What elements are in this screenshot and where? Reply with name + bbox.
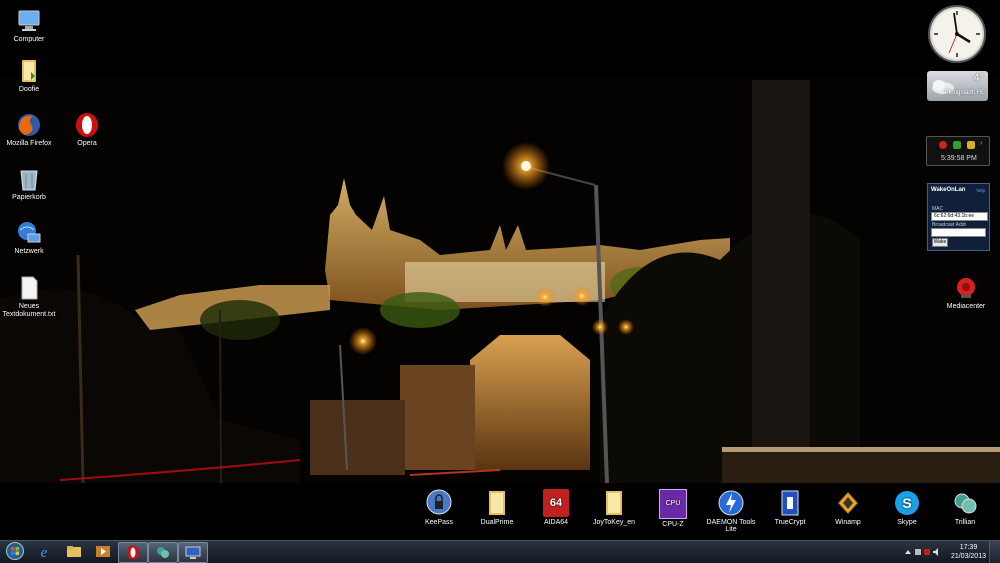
shield-yellow-icon bbox=[967, 141, 975, 149]
truecrypt-icon bbox=[781, 490, 799, 516]
dock-item-label: Trillian bbox=[954, 519, 976, 526]
recycle-bin-icon bbox=[20, 170, 38, 191]
wakeonlan-gadget: WakeOnLan help MAC 6c:62:6d:43:1b:ee Bro… bbox=[927, 183, 990, 251]
text-document-icon bbox=[21, 276, 38, 300]
dock-item-label: CPU-Z bbox=[662, 521, 684, 528]
desktop-icon-label: Neues Textdokument.txt bbox=[2, 303, 56, 318]
dock-item-truecrypt[interactable]: TrueCrypt bbox=[762, 489, 818, 526]
dock-item-label: JoyToKey_en bbox=[592, 519, 636, 526]
gadget-time: 5:39:58 PM bbox=[941, 155, 977, 162]
taskbar-ie-button[interactable]: e bbox=[30, 542, 58, 561]
network-icon bbox=[18, 222, 41, 243]
windows-start-icon bbox=[6, 542, 24, 560]
aida64-icon: 64 bbox=[543, 489, 569, 517]
trillian-icon bbox=[954, 493, 977, 514]
chevron-right-icon[interactable]: › bbox=[980, 140, 982, 147]
desktop-icon-label: Computer bbox=[13, 36, 45, 43]
dock-item-label: Winamp bbox=[835, 519, 861, 526]
ie-icon: e bbox=[41, 545, 48, 559]
desktop-icon-network[interactable]: Netzwerk bbox=[0, 220, 58, 256]
dock-item-joytokey[interactable]: JoyToKey_en bbox=[586, 489, 642, 526]
desktop-icon-computer[interactable]: Computer bbox=[0, 8, 58, 44]
svg-text:S: S bbox=[902, 495, 911, 511]
opera-icon bbox=[127, 545, 139, 560]
desktop-wallpaper bbox=[0, 0, 1000, 562]
svg-text:e: e bbox=[41, 545, 48, 559]
skype-icon: S bbox=[895, 491, 919, 515]
clock-date: 21/03/2013 bbox=[950, 553, 986, 560]
folder-icon bbox=[489, 491, 505, 515]
taskbar-trillian-button[interactable] bbox=[148, 542, 178, 563]
winamp-icon bbox=[837, 491, 859, 515]
system-monitor-gadget[interactable]: › 5:39:58 PM bbox=[926, 136, 990, 166]
taskbar-opera-button[interactable] bbox=[118, 542, 148, 563]
desktop-icon-label: Netzwerk bbox=[14, 248, 44, 255]
clock-time: 17:39 bbox=[959, 544, 978, 551]
desktop-icon-doofie[interactable]: Doofie bbox=[0, 58, 58, 94]
shield-red-icon bbox=[939, 141, 947, 149]
volume-icon[interactable] bbox=[933, 548, 938, 556]
computer-icon bbox=[18, 10, 40, 31]
network-tray-icon[interactable] bbox=[924, 549, 930, 555]
dock-item-label: KeePass bbox=[424, 519, 454, 526]
system-tray bbox=[905, 548, 938, 556]
cpu-z-icon: CPU bbox=[659, 489, 687, 519]
dock-item-dualprime[interactable]: DualPrime bbox=[469, 489, 525, 526]
trillian-icon bbox=[157, 547, 169, 558]
dock-item-label: DualPrime bbox=[480, 519, 514, 526]
dock-item-cpu-z[interactable]: CPU CPU-Z bbox=[645, 489, 701, 528]
taskbar-explorer-button[interactable] bbox=[60, 542, 88, 561]
dock-item-label: DAEMON Tools Lite bbox=[706, 519, 756, 533]
dock-item-label: AIDA64 bbox=[543, 519, 569, 526]
taskbar-media-player-button[interactable] bbox=[89, 542, 117, 561]
dock-item-label: Skype bbox=[897, 519, 917, 526]
weather-gadget[interactable]: 4° Pfungstadt, HE bbox=[927, 71, 988, 101]
folder-icon bbox=[67, 546, 81, 557]
weather-city: Pfungstadt, HE bbox=[944, 90, 985, 96]
dock-item-winamp[interactable]: Winamp bbox=[820, 489, 876, 526]
media-player-icon bbox=[96, 546, 110, 557]
folder-icon bbox=[606, 491, 622, 515]
desktop-icon-label: Opera bbox=[77, 140, 97, 147]
firefox-icon bbox=[18, 114, 40, 136]
dock-item-keepass[interactable]: KeePass bbox=[411, 489, 467, 526]
desktop-icon-mediacenter[interactable]: Mediacenter bbox=[937, 275, 995, 311]
wol-mac-input[interactable]: 6c:62:6d:43:1b:ee bbox=[931, 212, 988, 221]
dock-item-daemon-tools[interactable]: DAEMON Tools Lite bbox=[703, 489, 759, 533]
dock-item-aida64[interactable]: 64 AIDA64 bbox=[528, 489, 584, 526]
daemon-tools-icon bbox=[718, 490, 744, 516]
folder-icon bbox=[22, 60, 36, 82]
remote-desktop-icon bbox=[185, 546, 201, 559]
show-hidden-icons[interactable] bbox=[905, 550, 911, 554]
desktop-icon-label: Mozilla Firefox bbox=[6, 140, 52, 147]
taskbar-remote-desktop-button[interactable] bbox=[178, 542, 208, 563]
desktop-icon-label: Mediacenter bbox=[946, 303, 986, 310]
analog-clock-gadget[interactable] bbox=[927, 4, 987, 64]
wol-broadcast-input[interactable] bbox=[931, 228, 986, 237]
desktop-icon-opera[interactable]: Opera bbox=[58, 112, 116, 148]
start-button[interactable] bbox=[2, 542, 30, 561]
taskbar-clock[interactable]: 17:39 21/03/2013 bbox=[951, 543, 986, 561]
opera-icon bbox=[76, 113, 98, 137]
desktop-icon-firefox[interactable]: Mozilla Firefox bbox=[0, 112, 58, 148]
weather-temperature: 4° bbox=[973, 72, 984, 84]
desktop-icon-label: Doofie bbox=[18, 86, 40, 93]
desktop-icon-recycle-bin[interactable]: Papierkorb bbox=[0, 166, 58, 202]
desktop-icon-label: Papierkorb bbox=[12, 194, 46, 201]
keepass-icon bbox=[426, 489, 452, 515]
flag-icon[interactable] bbox=[915, 549, 921, 555]
shield-green-icon bbox=[953, 141, 961, 149]
dock-item-trillian[interactable]: Trillian bbox=[937, 489, 993, 526]
dock-item-skype[interactable]: S Skype bbox=[879, 489, 935, 526]
dock-item-label: TrueCrypt bbox=[774, 519, 806, 526]
wol-wake-button[interactable]: Wake bbox=[932, 238, 948, 247]
wol-title: WakeOnLan bbox=[931, 187, 966, 193]
desktop-icon-text-document[interactable]: Neues Textdokument.txt bbox=[0, 275, 58, 319]
media-center-icon bbox=[957, 278, 975, 298]
taskbar: e 17:39 21/03/2013 bbox=[0, 540, 1000, 563]
show-desktop-button[interactable] bbox=[989, 541, 1000, 563]
wol-help-link[interactable]: help bbox=[976, 188, 985, 193]
